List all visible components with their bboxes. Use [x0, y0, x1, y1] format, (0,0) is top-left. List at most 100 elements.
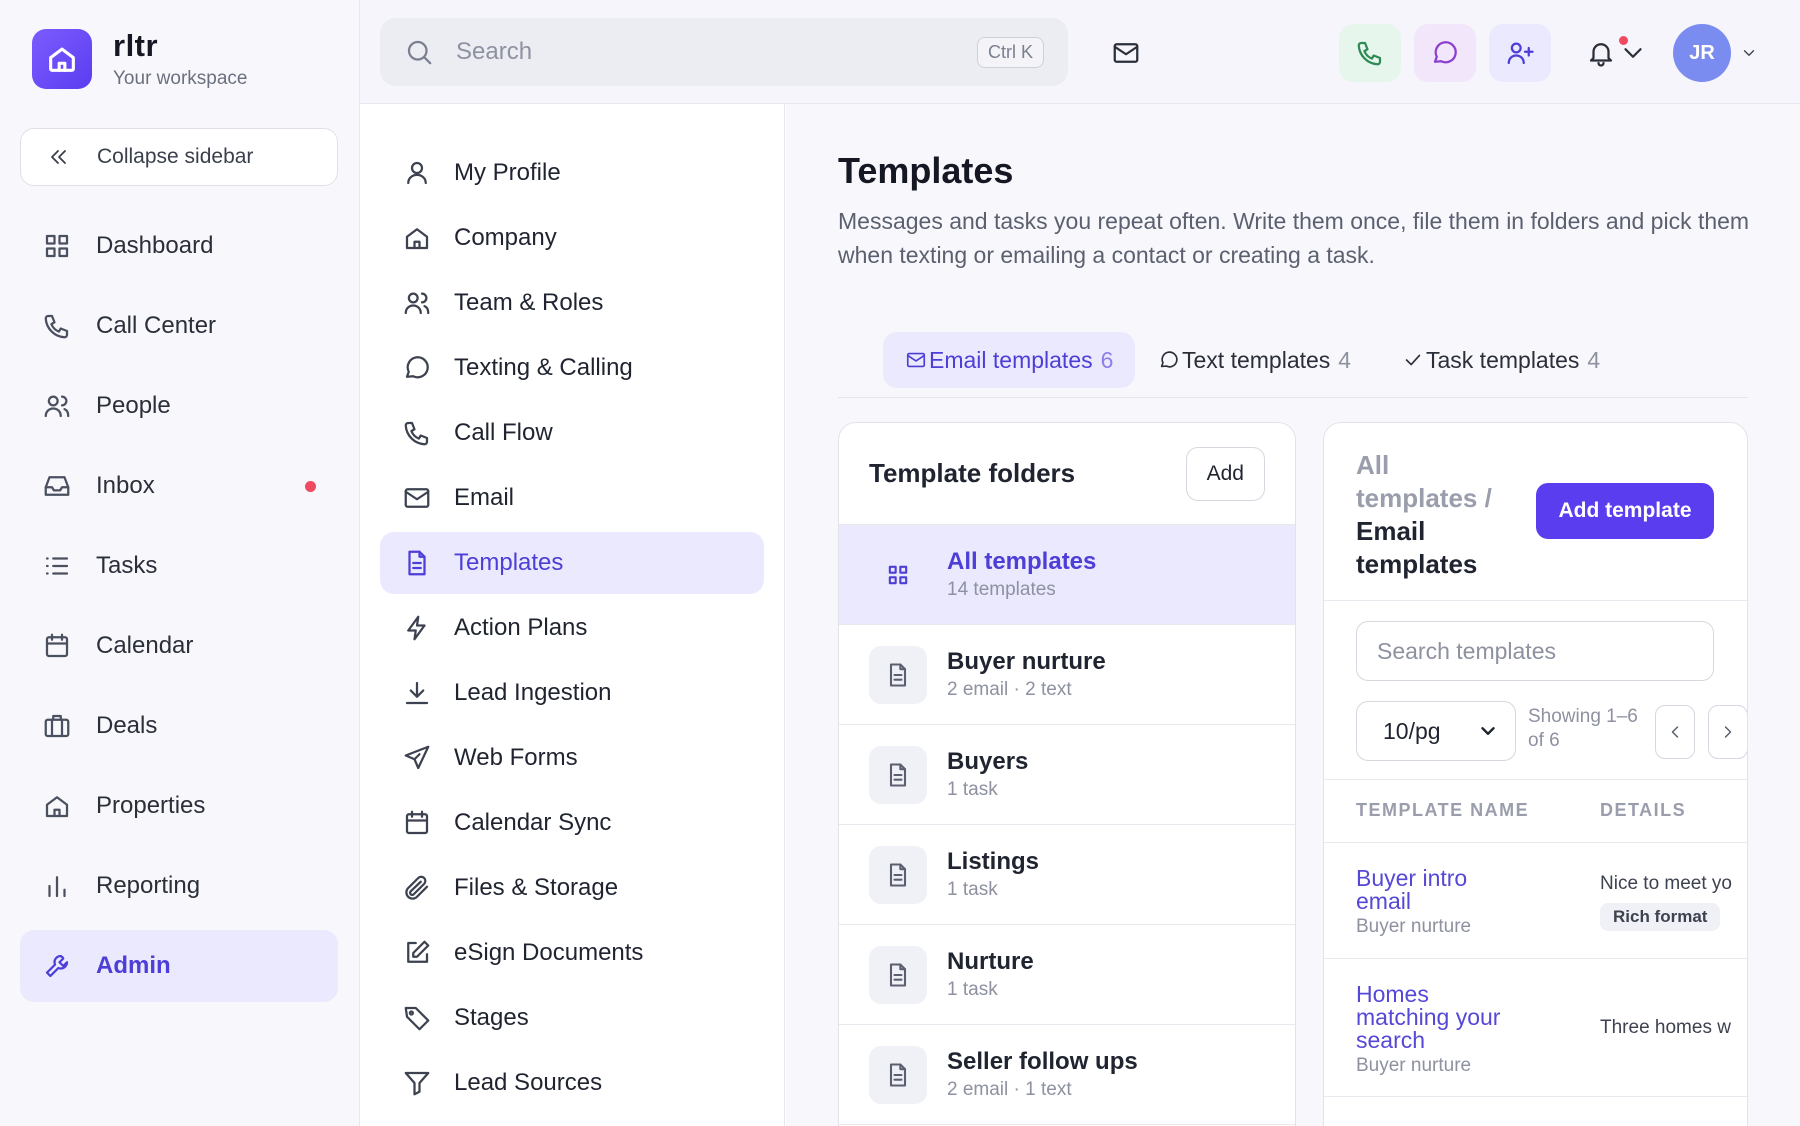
settings-item-team-roles[interactable]: Team & Roles	[380, 272, 764, 334]
settings-item-label: My Profile	[454, 159, 561, 186]
user-avatar[interactable]: JR	[1673, 24, 1731, 82]
tab-text-templates[interactable]: Text templates 4	[1136, 332, 1373, 388]
sidebar: rltr Your workspace Collapse sidebar Das…	[0, 0, 360, 1126]
settings-item-texting-calling[interactable]: Texting & Calling	[380, 337, 764, 399]
download-icon	[405, 681, 429, 705]
template-detail-preview: Nice to meet yo	[1600, 873, 1732, 894]
settings-item-label: Web Forms	[454, 744, 578, 771]
sidebar-item-reporting[interactable]: Reporting	[20, 850, 338, 922]
sidebar-item-tasks[interactable]: Tasks	[20, 530, 338, 602]
add-template-button[interactable]: Add template	[1536, 483, 1714, 539]
search-templates-input[interactable]: Search templates	[1356, 621, 1714, 681]
bar-chart-icon	[48, 876, 66, 898]
table-header: TEMPLATE NAME DETAILS	[1324, 779, 1747, 843]
template-name-link[interactable]: Buyer intro email Buyer nurture	[1356, 867, 1526, 938]
settings-item-label: Files & Storage	[454, 874, 619, 901]
format-badge: Rich format	[1600, 903, 1721, 931]
sidebar-item-call-center[interactable]: Call Center	[20, 290, 338, 362]
breadcrumb: All templates / Email templates	[1356, 449, 1516, 581]
settings-item-stages[interactable]: Stages	[380, 987, 764, 1049]
template-folders-panel: Template folders Add All templates 14 te…	[838, 422, 1296, 1126]
mail-icon	[906, 352, 926, 368]
folder-name: Nurture	[947, 948, 1034, 975]
settings-item-lead-ingestion[interactable]: Lead Ingestion	[380, 662, 764, 724]
sidebar-item-label: Properties	[96, 792, 206, 819]
settings-item-files-storage[interactable]: Files & Storage	[380, 857, 764, 919]
sidebar-item-inbox[interactable]: Inbox	[20, 450, 338, 522]
folder-item-seller-follow-ups[interactable]: Seller follow ups 2 email · 1 text	[839, 1025, 1295, 1125]
folder-item-buyers[interactable]: Buyers 1 task	[839, 725, 1295, 825]
settings-item-lead-sources[interactable]: Lead Sources	[380, 1052, 764, 1114]
settings-item-label: Team & Roles	[454, 289, 604, 316]
column-header-details[interactable]: DETAILS	[1600, 800, 1686, 821]
next-page-button[interactable]	[1708, 705, 1747, 759]
template-name-link[interactable]: Homes matching your search Buyer nurture	[1356, 983, 1526, 1077]
prev-page-button[interactable]	[1655, 705, 1695, 759]
breadcrumb-root[interactable]: All templates /	[1356, 449, 1516, 515]
folder-name: Buyer nurture	[947, 648, 1106, 675]
settings-item-label: Email	[454, 484, 515, 511]
tab-task-templates[interactable]: Task templates 4	[1380, 332, 1622, 388]
settings-item-label: Calendar Sync	[454, 809, 612, 836]
tab-count: 4	[1587, 346, 1601, 373]
tab-email-templates[interactable]: Email templates 6	[883, 332, 1136, 388]
main-nav: Dashboard Call Center People Inbox Tasks…	[20, 210, 338, 1010]
sidebar-item-label: Tasks	[96, 552, 158, 579]
check-icon	[1405, 354, 1421, 366]
sidebar-item-properties[interactable]: Properties	[20, 770, 338, 842]
sidebar-item-label: Deals	[96, 712, 158, 739]
folder-item-all-templates[interactable]: All templates 14 templates	[839, 525, 1295, 625]
folder-item-listings[interactable]: Listings 1 task	[839, 825, 1295, 925]
table-row[interactable]: Homes matching your search Buyer nurture…	[1324, 959, 1747, 1097]
tag-icon	[404, 1006, 430, 1031]
sidebar-item-deals[interactable]: Deals	[20, 690, 338, 762]
folder-item-buyer-nurture[interactable]: Buyer nurture 2 email · 2 text	[839, 625, 1295, 725]
add-folder-button[interactable]: Add	[1185, 446, 1265, 501]
folder-item-nurture[interactable]: Nurture 1 task	[839, 925, 1295, 1025]
call-button[interactable]	[1339, 24, 1401, 82]
settings-item-company[interactable]: Company	[380, 207, 764, 269]
folder-name: All templates	[947, 548, 1097, 575]
folder-count: 1 task	[947, 879, 998, 900]
sidebar-item-label: Calendar	[96, 632, 194, 659]
sidebar-item-calendar[interactable]: Calendar	[20, 610, 338, 682]
account-chevron-down-icon[interactable]	[1740, 44, 1758, 62]
page-title: Templates	[838, 150, 1014, 191]
home-icon	[45, 796, 69, 818]
filter-icon	[404, 1071, 430, 1096]
sidebar-item-label: Inbox	[96, 472, 155, 499]
bell-icon	[1589, 43, 1613, 67]
settings-item-web-forms[interactable]: Web Forms	[380, 727, 764, 789]
mail-button[interactable]	[1095, 24, 1157, 82]
table-row[interactable]: Buyer intro email Buyer nurture Nice to …	[1324, 843, 1747, 959]
settings-item-action-plans[interactable]: Action Plans	[380, 597, 764, 659]
brand[interactable]: rltr Your workspace	[32, 28, 247, 90]
settings-item-call-flow[interactable]: Call Flow	[380, 402, 764, 464]
sidebar-item-dashboard[interactable]: Dashboard	[20, 210, 338, 282]
message-button[interactable]	[1414, 24, 1476, 82]
sidebar-item-admin[interactable]: Admin	[20, 930, 338, 1002]
notifications-button[interactable]	[1577, 24, 1657, 82]
settings-item-email[interactable]: Email	[380, 467, 764, 529]
settings-item-label: Texting & Calling	[454, 354, 633, 381]
collapse-sidebar-button[interactable]: Collapse sidebar	[20, 128, 338, 186]
settings-item-templates[interactable]: Templates	[380, 532, 764, 594]
document-icon	[889, 1062, 907, 1087]
search-shortcut-hint: Ctrl K	[977, 36, 1044, 68]
mail-icon	[1113, 43, 1139, 63]
settings-item-my-profile[interactable]: My Profile	[380, 142, 764, 204]
global-search-input[interactable]: Search Ctrl K	[380, 18, 1068, 86]
paperclip-icon	[405, 875, 429, 900]
document-icon	[889, 962, 907, 987]
page-size-select[interactable]: 10/pg	[1356, 701, 1516, 761]
folder-name: Seller follow ups	[947, 1048, 1138, 1075]
settings-item-calendar-sync[interactable]: Calendar Sync	[380, 792, 764, 854]
column-header-template-name[interactable]: TEMPLATE NAME	[1356, 800, 1529, 821]
add-contact-button[interactable]	[1489, 24, 1551, 82]
chevron-down-icon	[1481, 727, 1495, 735]
sidebar-item-label: Reporting	[96, 872, 201, 899]
settings-item-esign-documents[interactable]: eSign Documents	[380, 922, 764, 984]
sidebar-item-people[interactable]: People	[20, 370, 338, 442]
phone-icon	[44, 314, 69, 339]
template-folder: Buyer nurture	[1356, 916, 1472, 937]
